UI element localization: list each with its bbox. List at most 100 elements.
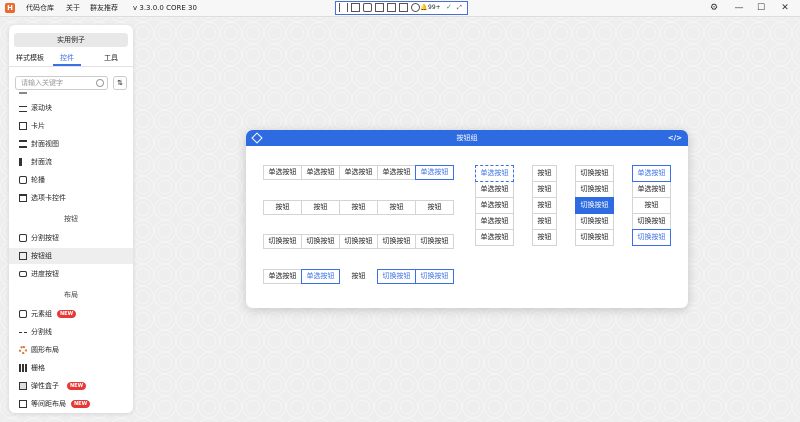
maximize-button[interactable]: ☐ [750, 0, 772, 16]
cover-flow-icon [19, 158, 27, 166]
version-label: v 3.3.0.0 CORE 30 [133, 4, 197, 12]
sidebar-item-grid[interactable]: 栅格 [9, 360, 133, 376]
toggle-button[interactable]: 切换按钮 [575, 181, 614, 198]
group-button[interactable]: 按钮 [532, 213, 557, 230]
radio-button[interactable]: 单选按钮 [475, 213, 514, 230]
radio-button-focused[interactable]: 单选按钮 [475, 165, 514, 182]
tab-controls[interactable]: 控件 [53, 52, 81, 66]
group-button[interactable]: 按钮 [339, 200, 378, 215]
element-group-icon [19, 310, 27, 318]
examples-button[interactable]: 实用例子 [14, 33, 128, 47]
search-input[interactable]: 请输入关键字 [15, 76, 108, 90]
radio-button[interactable]: 单选按钮 [475, 197, 514, 214]
sidebar-item-circle-layout[interactable]: 圆形布局 [9, 342, 133, 358]
card-title: 按钮组 [456, 134, 478, 142]
split-button-icon [19, 234, 27, 242]
toggle-button[interactable]: 切换按钮 [263, 234, 302, 249]
record-icon[interactable] [363, 3, 372, 12]
sidebar-item-card[interactable]: 卡片 [9, 118, 133, 134]
new-badge: NEW [57, 310, 77, 318]
new-badge: NEW [71, 400, 91, 408]
group-button[interactable]: 按钮 [377, 200, 416, 215]
gear-icon[interactable]: ⚙ [703, 0, 725, 16]
menu-recommend[interactable]: 群友推荐 [90, 0, 118, 16]
toggle-button[interactable]: 切换按钮 [575, 213, 614, 230]
sidebar-item-spacing-layout[interactable]: 等间距布局 NEW [9, 396, 133, 412]
radio-button[interactable]: 单选按钮 [475, 229, 514, 246]
sidebar-tabs: 样式模板 控件 工具 [9, 52, 133, 66]
button-group-card: 按钮组 </> 单选按钮 单选按钮 单选按钮 单选按钮 单选按钮 按钮 按钮 按… [246, 130, 688, 308]
grid-icon [19, 364, 27, 372]
sidebar-item-split-button[interactable]: 分割按钮 [9, 230, 133, 246]
menu-about[interactable]: 关于 [66, 0, 80, 16]
tab-style-templates[interactable]: 样式模板 [13, 52, 47, 64]
title-bar: H 代码仓库 关于 群友推荐 v 3.3.0.0 CORE 30 🔔 99+ ✓… [0, 0, 800, 17]
toggle-button[interactable]: 切换按钮 [339, 234, 378, 249]
toggle-button[interactable]: 切换按钮 [301, 234, 340, 249]
code-icon[interactable]: </> [668, 130, 682, 146]
toggle-button-checked[interactable]: 切换按钮 [377, 269, 416, 284]
radio-button-selected[interactable]: 单选按钮 [301, 269, 340, 284]
group-button[interactable]: 按钮 [532, 229, 557, 246]
toggle-button[interactable]: 切换按钮 [415, 234, 454, 249]
circle-layout-icon [19, 346, 27, 354]
menu-code-repo[interactable]: 代码仓库 [26, 0, 54, 16]
group-button[interactable]: 按钮 [532, 165, 557, 182]
pointer-icon[interactable] [375, 3, 384, 12]
close-button[interactable]: ✕ [774, 0, 796, 16]
notification-icon[interactable]: 🔔 [420, 2, 427, 13]
minimize-button[interactable]: — [728, 0, 750, 16]
toggle-button[interactable]: 切换按钮 [575, 229, 614, 246]
toggle-button-checked[interactable]: 切换按钮 [415, 269, 454, 284]
toggle-button[interactable]: 切换按钮 [575, 165, 614, 182]
settings-small-icon[interactable] [411, 3, 420, 12]
inspect-icon[interactable] [387, 3, 396, 12]
radio-button[interactable]: 单选按钮 [475, 181, 514, 198]
expand-icon[interactable]: ⤢ [457, 2, 462, 13]
search-icon [96, 79, 104, 87]
radio-button-group-vertical: 单选按钮 单选按钮 单选按钮 单选按钮 单选按钮 [475, 165, 514, 246]
sidebar-item-carousel[interactable]: 轮播 [9, 172, 133, 188]
toggle-button[interactable]: 切换按钮 [632, 213, 671, 230]
group-button[interactable]: 按钮 [339, 269, 378, 284]
sidebar-item-divider[interactable]: 分割线 [9, 324, 133, 340]
new-badge: NEW [67, 382, 87, 390]
check-icon[interactable]: ✓ [446, 2, 452, 13]
pause-icon[interactable] [339, 3, 348, 12]
sidebar-item-button-group[interactable]: 按钮组 [9, 248, 133, 264]
button-group-horizontal: 按钮 按钮 按钮 按钮 按钮 [263, 200, 454, 215]
section-title-layout: 布局 [64, 291, 78, 299]
sidebar-item-tab-control[interactable]: 选项卡控件 [9, 190, 133, 206]
mixed-button-group-vertical: 单选按钮 单选按钮 按钮 切换按钮 切换按钮 [632, 165, 671, 246]
toggle-button-active[interactable]: 切换按钮 [575, 197, 614, 214]
group-button[interactable]: 按钮 [632, 197, 671, 214]
sidebar-item-cover-flow[interactable]: 封面流 [9, 154, 133, 170]
group-button[interactable]: 按钮 [532, 181, 557, 198]
sidebar-item-cover-view[interactable]: 封面视图 [9, 136, 133, 152]
sidebar-item-element-group[interactable]: 元素组 NEW [9, 306, 133, 322]
toggle-button-group-vertical: 切换按钮 切换按钮 切换按钮 切换按钮 切换按钮 [575, 165, 614, 246]
group-button[interactable]: 按钮 [263, 200, 302, 215]
group-button[interactable]: 按钮 [532, 197, 557, 214]
sidebar-item-flexbox[interactable]: 弹性盒子 NEW [9, 378, 133, 394]
radio-button-selected[interactable]: 单选按钮 [632, 165, 671, 182]
radio-button[interactable]: 单选按钮 [301, 165, 340, 180]
toggle-button-checked[interactable]: 切换按钮 [632, 229, 671, 246]
layout-icon[interactable] [399, 3, 408, 12]
sidebar-item-progress-button[interactable]: 进度按钮 [9, 266, 133, 282]
sort-button[interactable]: ⇅ [113, 76, 127, 90]
radio-button[interactable]: 单选按钮 [339, 165, 378, 180]
group-button[interactable]: 按钮 [301, 200, 340, 215]
radio-button[interactable]: 单选按钮 [263, 269, 302, 284]
cover-view-icon [19, 140, 27, 148]
group-button[interactable]: 按钮 [415, 200, 454, 215]
sidebar-item-slider[interactable]: 滚动块 [9, 100, 133, 116]
button-group-icon [19, 252, 27, 260]
radio-button-selected[interactable]: 单选按钮 [415, 165, 454, 180]
tab-tools[interactable]: 工具 [101, 52, 121, 64]
radio-button[interactable]: 单选按钮 [263, 165, 302, 180]
radio-button[interactable]: 单选按钮 [377, 165, 416, 180]
toggle-button[interactable]: 切换按钮 [377, 234, 416, 249]
screen-icon[interactable] [351, 3, 360, 12]
radio-button[interactable]: 单选按钮 [632, 181, 671, 198]
